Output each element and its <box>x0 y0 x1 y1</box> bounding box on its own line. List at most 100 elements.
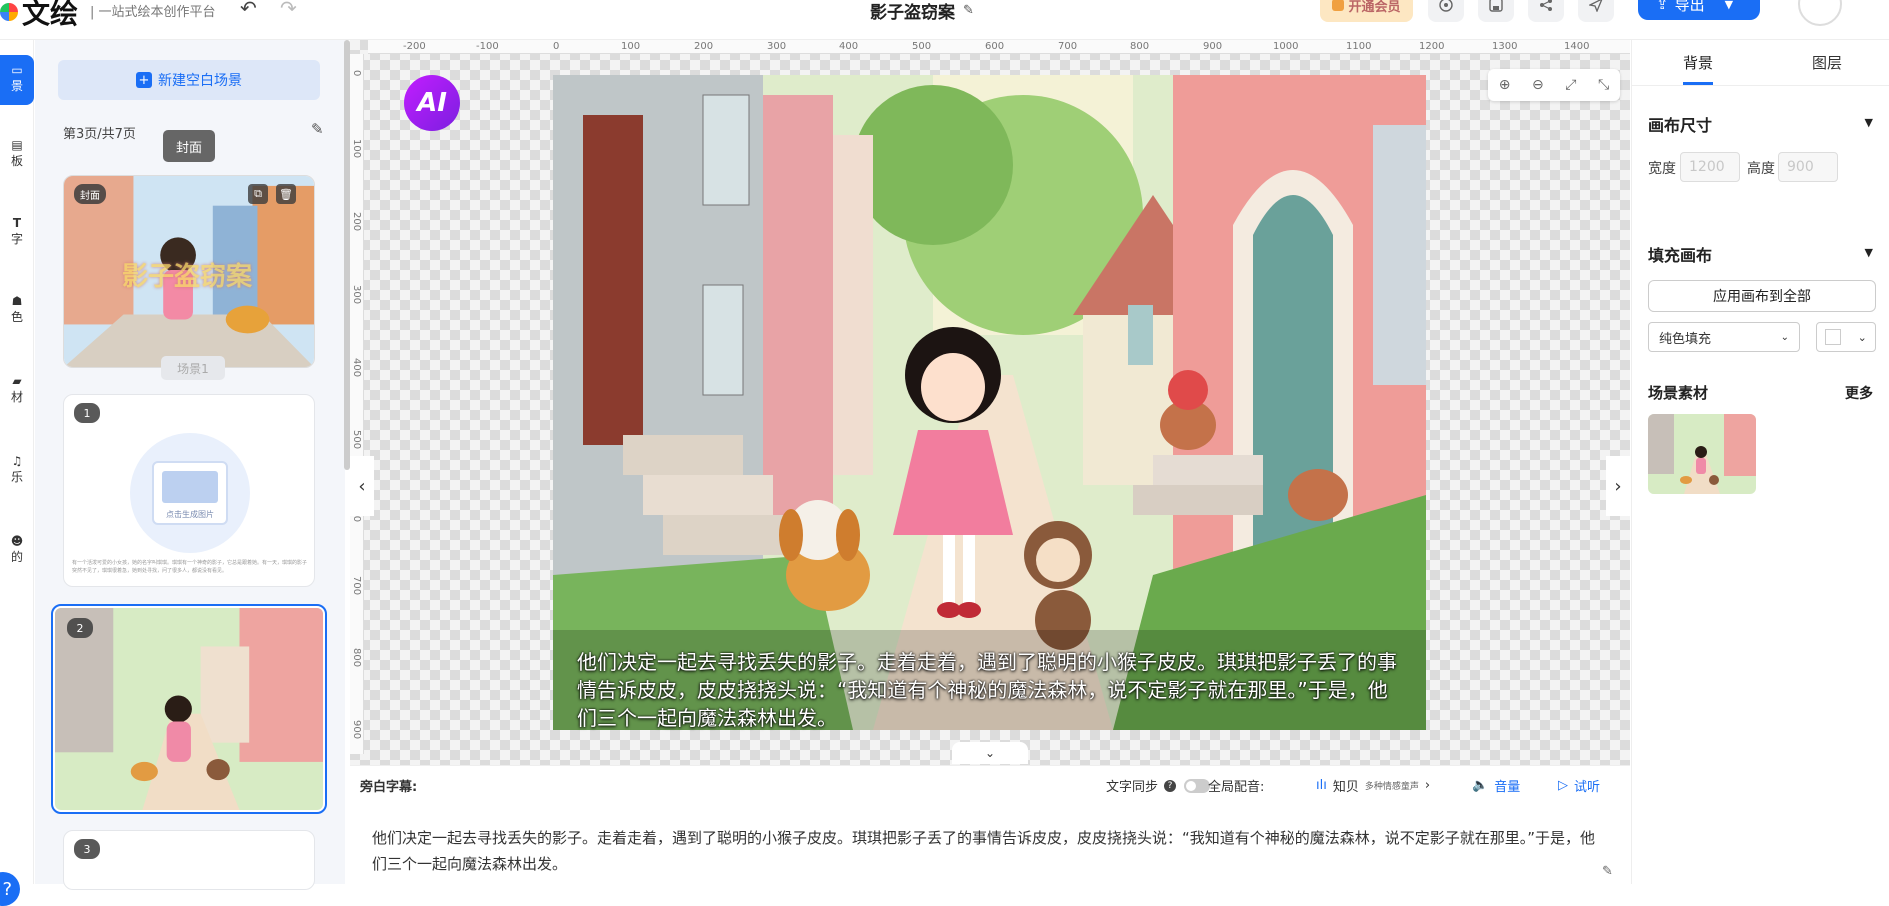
speaker-icon: 🔈 <box>1472 778 1489 793</box>
ruler-vertical: 0 100 200 300 400 500 600 700 800 900 <box>350 54 364 754</box>
narration-label: 旁白字幕: <box>360 780 418 795</box>
scene-badge: 2 <box>67 618 93 638</box>
height-input[interactable]: 900 <box>1778 152 1838 182</box>
chevron-right-icon: › <box>1424 778 1431 793</box>
preview-button[interactable] <box>1428 0 1464 22</box>
ruler-tick: 300 <box>767 41 787 52</box>
character-icon: ☗ <box>11 294 23 308</box>
voice-selector[interactable]: ılı 知贝 多种情感童声 › <box>1316 776 1430 795</box>
ruler-tick: 100 <box>621 41 641 52</box>
apply-canvas-all-button[interactable]: 应用画布到全部 <box>1648 280 1876 312</box>
chevron-down-icon[interactable]: ▼ <box>1725 0 1733 11</box>
edit-title-icon[interactable]: ✎ <box>963 3 974 18</box>
caret-down-icon[interactable]: ▼ <box>1865 246 1873 259</box>
export-label: 导出 <box>1674 0 1705 14</box>
ruler-tick: 400 <box>839 41 859 52</box>
rail-item-mine[interactable]: ☻ 的 <box>0 534 34 565</box>
preview-audio-button[interactable]: ▷ 试听 <box>1558 776 1600 795</box>
text-sync-toggle[interactable] <box>1184 778 1211 793</box>
scene-caption[interactable]: 他们决定一起去寻找丢失的影子。走着走着，遇到了聪明的小猴子皮皮。琪琪把影子丢了的… <box>577 648 1407 732</box>
ruler-tick: 900 <box>351 720 362 740</box>
tab-layers[interactable]: 图层 <box>1812 52 1842 73</box>
edit-list-icon[interactable]: ✎ <box>311 120 324 138</box>
ai-button[interactable]: AI <box>404 75 460 131</box>
scene-badge: 封面 <box>74 184 106 204</box>
narration-toolbar: 旁白字幕: 文字同步 ? 全局配音: ılı 知贝 多种情感童声 › 🔈 音量 … <box>350 765 1630 805</box>
user-avatar[interactable] <box>1798 0 1842 26</box>
rail-item-text[interactable]: T 字 <box>0 216 34 247</box>
caret-down-icon[interactable]: ▼ <box>1865 116 1873 129</box>
height-label: 高度 <box>1747 161 1775 177</box>
chevron-right-icon: › <box>1614 475 1622 497</box>
volume-label: 音量 <box>1494 780 1521 795</box>
rail-label: 色 <box>10 310 23 324</box>
narration-text[interactable]: 他们决定一起去寻找丢失的影子。走着走着，遇到了聪明的小猴子皮皮。琪琪把影子丢了的… <box>350 805 1630 884</box>
vip-button[interactable]: 开通会员 <box>1320 0 1413 22</box>
fill-type-select[interactable]: 纯色填充 ⌄ <box>1648 322 1800 352</box>
scene-card-1[interactable]: 1 点击生成图片 有一个活泼可爱的小女孩，她的名字叫琪琪。琪琪有一个神奇的影子，… <box>63 394 315 587</box>
rail-item-music[interactable]: ♫ 乐 <box>0 454 34 485</box>
fit-screen-icon[interactable]: ⤢ <box>1565 77 1576 93</box>
collapse-narration-button[interactable]: ⌄ <box>952 742 1028 764</box>
tab-background[interactable]: 背景 <box>1683 52 1714 85</box>
tooltip: 封面 <box>163 130 215 162</box>
save-button[interactable] <box>1478 0 1514 22</box>
chevron-left-icon: ‹ <box>358 475 366 497</box>
color-swatch <box>1825 329 1842 345</box>
publish-button[interactable] <box>1578 0 1614 22</box>
delete-icon[interactable]: 🗑 <box>276 184 296 204</box>
text-sync-control[interactable]: 文字同步 ? <box>1106 776 1211 795</box>
next-scene-button[interactable]: › <box>1606 456 1630 516</box>
app-logo[interactable]: 文绘 <box>0 0 78 32</box>
undo-icon: ↶ <box>240 0 257 20</box>
ruler-tick: 500 <box>351 430 362 450</box>
zoom-out-icon[interactable]: ⊖ <box>1532 77 1544 93</box>
eye-icon <box>1439 0 1453 12</box>
copy-icon[interactable]: ⧉ <box>248 184 268 204</box>
rail-item-character[interactable]: ☗ 色 <box>0 294 34 325</box>
volume-button[interactable]: 🔈 音量 <box>1472 776 1520 795</box>
ruler-tick: 200 <box>351 212 362 232</box>
voice-desc: 多种情感童声 <box>1364 782 1419 792</box>
scene-card-cover[interactable]: 影子盗窃案 封面 ⧉ 🗑 <box>63 175 315 368</box>
image-placeholder[interactable] <box>130 433 250 553</box>
vip-label: 开通会员 <box>1348 0 1401 15</box>
material-thumbnail <box>1648 414 1756 494</box>
logo-text: 文绘 <box>22 0 79 30</box>
edit-narration-icon[interactable]: ✎ <box>1602 864 1613 879</box>
rail-item-scene[interactable]: ▭ 景 <box>0 55 34 105</box>
cover-title-overlay: 影子盗窃案 <box>122 262 253 292</box>
zoom-toolbar: ⊕ ⊖ ⤢ ⤡ <box>1488 69 1620 101</box>
chevron-down-icon: ⌄ <box>984 746 996 760</box>
save-icon <box>1489 0 1503 12</box>
ruler-tick: 0 <box>351 70 362 77</box>
export-icon: ⇪ <box>1656 0 1669 13</box>
prev-scene-button[interactable]: ‹ <box>350 456 374 516</box>
fill-color-picker[interactable]: ⌄ <box>1816 322 1876 352</box>
undo-button[interactable]: ↶ <box>240 0 257 20</box>
scene-card-2[interactable]: 2 <box>51 604 327 814</box>
scene-panel: + 新建空白场景 第3页/共7页 ✎ 封面 影子盗窃案 封面 ⧉ 🗑 场景1 1… <box>35 40 345 890</box>
music-icon: ♫ <box>11 454 23 468</box>
scene-illustration[interactable] <box>553 75 1426 730</box>
export-button[interactable]: ⇪ 导出 ▼ <box>1638 0 1760 20</box>
play-circle-icon: ▷ <box>1558 778 1568 793</box>
canvas-size-title: 画布尺寸 <box>1648 116 1713 135</box>
width-input[interactable]: 1200 <box>1680 152 1740 182</box>
scene-material-thumb[interactable] <box>1648 414 1756 494</box>
more-link[interactable]: 更多 <box>1845 383 1873 403</box>
new-blank-scene-button[interactable]: + 新建空白场景 <box>58 60 320 100</box>
ruler-tick: 300 <box>351 285 362 305</box>
redo-button[interactable]: ↷ <box>280 0 297 20</box>
scene-card-3[interactable]: 3 <box>63 830 315 890</box>
zoom-in-icon[interactable]: ⊕ <box>1499 77 1511 93</box>
help-button[interactable]: ? <box>0 872 20 906</box>
document-title[interactable]: 影子盗窃案 <box>870 0 955 23</box>
rail-item-template[interactable]: ▤ 板 <box>0 138 34 169</box>
share-button[interactable] <box>1528 0 1564 22</box>
shrink-icon[interactable]: ⤡ <box>1598 77 1609 93</box>
ruler-tick: 1300 <box>1492 41 1518 52</box>
ruler-tick: 900 <box>1203 41 1223 52</box>
rail-item-material[interactable]: ▰ 材 <box>0 374 34 405</box>
help-circle-icon[interactable]: ? <box>1164 779 1177 792</box>
